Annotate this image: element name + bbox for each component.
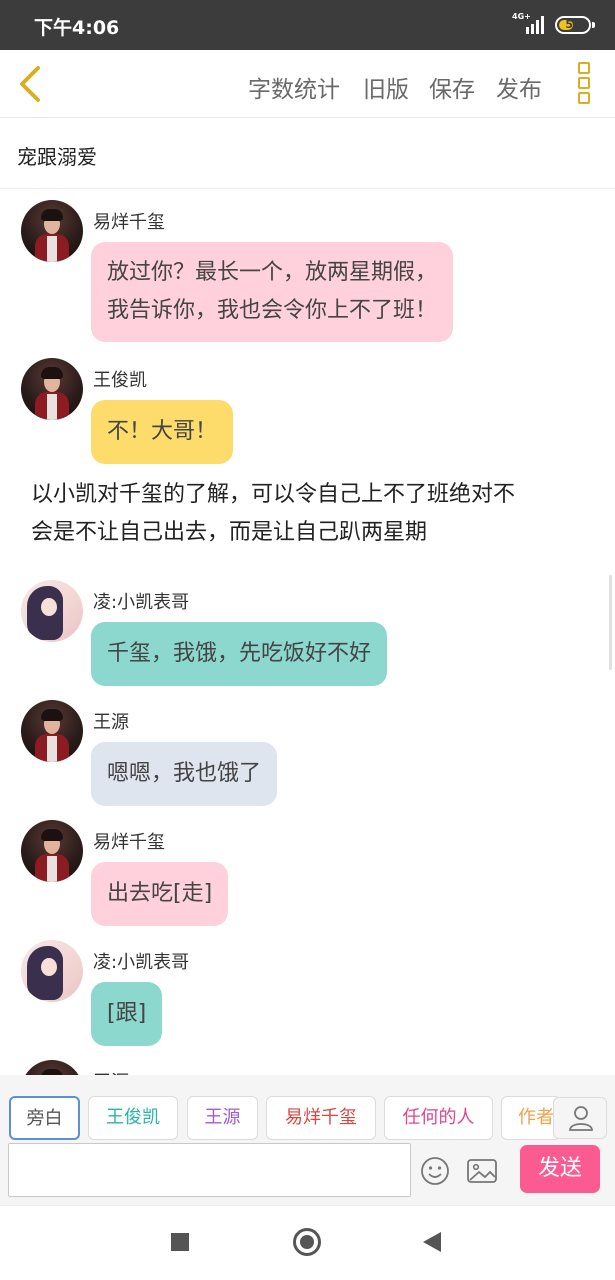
emoji-icon[interactable] — [420, 1156, 450, 1186]
message-bubble[interactable]: [跟] — [91, 982, 163, 1046]
speaker-name: 易烊千玺 — [93, 832, 165, 853]
top-toolbar: 字数统计 旧版 保存 发布 — [0, 50, 615, 118]
old-version-button[interactable]: 旧版 — [363, 70, 409, 104]
system-nav-bar — [0, 1205, 615, 1280]
status-time: 下午4:06 — [34, 17, 120, 39]
message-bubble[interactable]: 不！大哥！ — [91, 400, 234, 464]
avatar — [21, 200, 83, 262]
nav-back-icon[interactable] — [423, 1232, 441, 1252]
avatar — [21, 1060, 83, 1075]
story-title[interactable]: 宠跟溺爱 — [0, 119, 615, 189]
message-line: 我告诉你，我也会令你上不了班！ — [107, 298, 438, 323]
avatar — [21, 700, 83, 762]
battery-icon: 56 — [555, 16, 591, 34]
message-input[interactable] — [8, 1143, 411, 1197]
battery-tip — [592, 22, 595, 28]
add-character-button[interactable] — [553, 1097, 607, 1139]
narration-line: 以小凯对千玺的了解，可以令自己上不了班绝对不 — [31, 482, 516, 507]
message-line: 千玺，我饿，先吃饭好不好 — [107, 641, 372, 666]
back-icon[interactable] — [14, 64, 48, 104]
scrollbar[interactable] — [609, 575, 612, 670]
character-chip-narrator[interactable]: 旁白 — [9, 1096, 80, 1140]
speaker-name: 王俊凯 — [93, 370, 147, 391]
status-bar: 下午4:06 4G+ 56 — [0, 0, 615, 50]
message-bubble[interactable]: 千玺，我饿，先吃饭好不好 — [91, 622, 388, 686]
composer: 发送 — [0, 1141, 615, 1205]
publish-button[interactable]: 发布 — [496, 70, 542, 104]
speaker-name: 王源 — [93, 712, 129, 733]
message-line: 放过你？最长一个，放两星期假， — [107, 260, 438, 285]
save-button[interactable]: 保存 — [429, 70, 475, 104]
character-chip-wangjunkai[interactable]: 王俊凯 — [88, 1096, 178, 1140]
send-button[interactable]: 发送 — [520, 1145, 600, 1193]
message-bubble[interactable]: 嗯嗯，我也饿了 — [91, 742, 278, 806]
character-chip-wangyuan[interactable]: 王源 — [187, 1096, 258, 1140]
conversation-list[interactable]: 易烊千玺 放过你？最长一个，放两星期假， 我告诉你，我也会令你上不了班！ 王俊凯… — [0, 190, 615, 1075]
word-count-button[interactable]: 字数统计 — [248, 70, 340, 104]
user-icon — [569, 1106, 593, 1131]
speaker-name: 易烊千玺 — [93, 212, 165, 233]
message-bubble[interactable]: 放过你？最长一个，放两星期假， 我告诉你，我也会令你上不了班！ — [91, 242, 454, 342]
character-selector: 旁白 王俊凯 王源 易烊千玺 任何的人 作者 — [0, 1075, 615, 1141]
speaker-name: 王源 — [93, 1068, 129, 1075]
home-icon[interactable] — [293, 1228, 321, 1256]
character-chip-anyone[interactable]: 任何的人 — [384, 1096, 493, 1140]
character-chip-author[interactable]: 作者 — [501, 1096, 561, 1140]
message-line: 不！大哥！ — [107, 419, 218, 444]
image-icon[interactable] — [466, 1157, 498, 1185]
narration-line: 会是不让自己出去，而是让自己趴两星期 — [31, 520, 428, 545]
message-line: [跟] — [107, 1001, 147, 1026]
message-line: 出去吃[走] — [107, 881, 213, 906]
signal-icon — [526, 16, 544, 34]
avatar — [21, 580, 83, 642]
message-bubble[interactable]: 出去吃[走] — [91, 862, 229, 926]
avatar — [21, 820, 83, 882]
speaker-name: 凌:小凯表哥 — [93, 592, 190, 613]
message-line: 嗯嗯，我也饿了 — [107, 761, 262, 786]
more-menu-icon[interactable] — [574, 62, 594, 108]
narration-text[interactable]: 以小凯对千玺的了解，可以令自己上不了班绝对不 会是不让自己出去，而是让自己趴两星… — [31, 476, 591, 552]
avatar — [21, 940, 83, 1002]
battery-level: 56 — [565, 18, 581, 31]
recent-apps-icon[interactable] — [171, 1233, 189, 1251]
character-chip-yiyangqianxi[interactable]: 易烊千玺 — [266, 1096, 376, 1140]
avatar — [21, 358, 83, 420]
speaker-name: 凌:小凯表哥 — [93, 952, 190, 973]
